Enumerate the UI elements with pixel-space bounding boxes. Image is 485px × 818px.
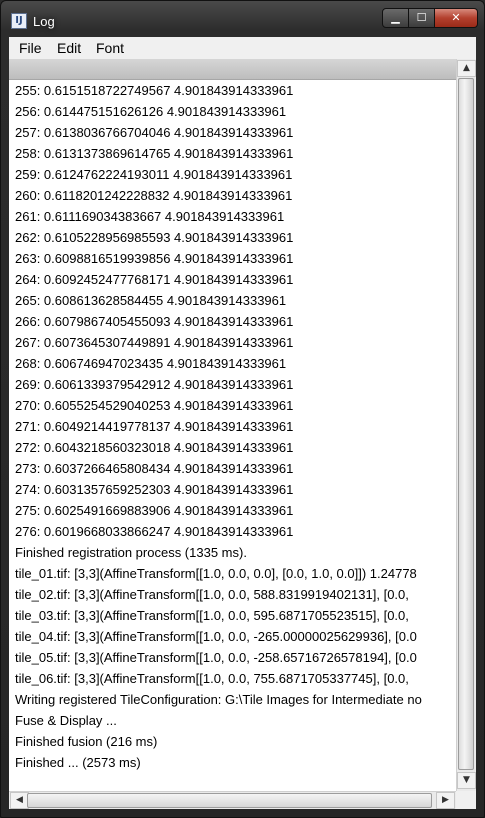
log-line: tile_05.tif: [3,3](AffineTransform[[1.0,… bbox=[15, 650, 417, 665]
log-line: 268: 0.606746947023435 4.901843914333961 bbox=[15, 356, 287, 371]
menu-file[interactable]: File bbox=[19, 40, 42, 56]
menu-bar: File Edit Font bbox=[9, 37, 476, 60]
horizontal-scrollbar[interactable]: ◀ ▶ bbox=[9, 791, 456, 809]
log-line: 276: 0.6019668033866247 4.90184391433396… bbox=[15, 524, 294, 539]
maximize-button[interactable]: ☐ bbox=[409, 8, 435, 28]
log-line: 265: 0.608613628584455 4.901843914333961 bbox=[15, 293, 287, 308]
log-line: 261: 0.611169034383667 4.901843914333961 bbox=[15, 209, 285, 224]
log-line: 274: 0.6031357659252303 4.90184391433396… bbox=[15, 482, 294, 497]
log-line: Finished registration process (1335 ms). bbox=[15, 545, 247, 560]
title-bar[interactable]: IJ Log ▁ ☐ ✕ bbox=[1, 1, 485, 37]
log-line: 262: 0.6105228956985593 4.90184391433396… bbox=[15, 230, 294, 245]
log-line: 257: 0.6138036766704046 4.90184391433396… bbox=[15, 125, 294, 140]
log-line: tile_01.tif: [3,3](AffineTransform[[1.0,… bbox=[15, 566, 417, 581]
log-text-area[interactable]: 255: 0.6151518722749567 4.90184391433396… bbox=[9, 80, 456, 791]
menu-font[interactable]: Font bbox=[96, 40, 124, 56]
log-line: tile_04.tif: [3,3](AffineTransform[[1.0,… bbox=[15, 629, 417, 644]
log-line: tile_06.tif: [3,3](AffineTransform[[1.0,… bbox=[15, 671, 409, 686]
log-line: 260: 0.6118201242228832 4.90184391433396… bbox=[15, 188, 293, 203]
log-line: 275: 0.6025491669883906 4.90184391433396… bbox=[15, 503, 294, 518]
log-line: 272: 0.6043218560323018 4.90184391433396… bbox=[15, 440, 294, 455]
close-button[interactable]: ✕ bbox=[435, 8, 478, 28]
scroll-corner bbox=[456, 791, 476, 809]
log-line: 266: 0.6079867405455093 4.90184391433396… bbox=[15, 314, 294, 329]
scroll-down-button[interactable]: ▼ bbox=[457, 772, 476, 789]
log-line: 273: 0.6037266465808434 4.90184391433396… bbox=[15, 461, 294, 476]
log-line: 270: 0.6055254529040253 4.90184391433396… bbox=[15, 398, 294, 413]
log-line: 267: 0.6073645307449891 4.90184391433396… bbox=[15, 335, 294, 350]
scroll-up-button[interactable]: ▲ bbox=[457, 60, 476, 77]
horizontal-scroll-thumb[interactable] bbox=[27, 793, 432, 808]
imagej-icon[interactable]: IJ bbox=[11, 13, 27, 29]
minimize-button[interactable]: ▁ bbox=[382, 8, 409, 28]
log-line: 271: 0.6049214419778137 4.90184391433396… bbox=[15, 419, 294, 434]
log-window: IJ Log ▁ ☐ ✕ File Edit Font 255: 0.61515… bbox=[0, 0, 485, 818]
log-line: tile_03.tif: [3,3](AffineTransform[[1.0,… bbox=[15, 608, 409, 623]
column-header bbox=[9, 59, 456, 80]
menu-edit[interactable]: Edit bbox=[57, 40, 81, 56]
vertical-scrollbar[interactable]: ▲ ▼ bbox=[456, 59, 476, 791]
log-line: Finished ... (2573 ms) bbox=[15, 755, 141, 770]
log-line: Finished fusion (216 ms) bbox=[15, 734, 158, 749]
log-line: 258: 0.6131373869614765 4.90184391433396… bbox=[15, 146, 294, 161]
log-line: 259: 0.6124762224193011 4.90184391433396… bbox=[15, 167, 293, 182]
vertical-scroll-thumb[interactable] bbox=[458, 78, 474, 770]
log-line: 256: 0.614475151626126 4.901843914333961 bbox=[15, 104, 287, 119]
log-line: 269: 0.6061339379542912 4.90184391433396… bbox=[15, 377, 294, 392]
log-line: Fuse & Display ... bbox=[15, 713, 117, 728]
log-line: tile_02.tif: [3,3](AffineTransform[[1.0,… bbox=[15, 587, 409, 602]
log-panel: 255: 0.6151518722749567 4.90184391433396… bbox=[9, 59, 476, 809]
scroll-right-button[interactable]: ▶ bbox=[436, 792, 455, 809]
log-line: 264: 0.6092452477768171 4.90184391433396… bbox=[15, 272, 294, 287]
log-line: Writing registered TileConfiguration: G:… bbox=[15, 692, 422, 707]
log-line: 263: 0.6098816519939856 4.90184391433396… bbox=[15, 251, 294, 266]
log-line: 255: 0.6151518722749567 4.90184391433396… bbox=[15, 83, 294, 98]
window-controls: ▁ ☐ ✕ bbox=[382, 8, 478, 28]
window-title: Log bbox=[33, 14, 55, 29]
